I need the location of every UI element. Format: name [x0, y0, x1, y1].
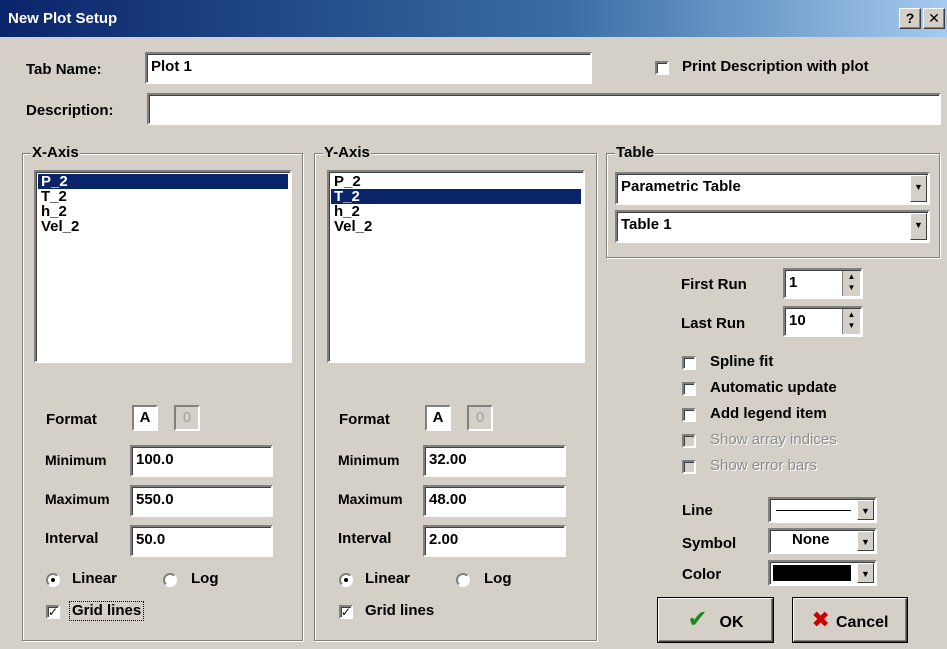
y-maximum-input[interactable]: 48.00	[423, 485, 566, 517]
y-format-label: Format	[339, 411, 390, 428]
x-format-a-button[interactable]: A	[132, 405, 158, 431]
line-style-sample	[776, 510, 851, 511]
y-linear-label: Linear	[365, 570, 411, 587]
list-item[interactable]: P_2	[38, 174, 288, 189]
tab-name-input[interactable]: Plot 1	[145, 52, 592, 84]
print-description-checkbox[interactable]	[655, 61, 669, 75]
print-description-label: Print Description with plot	[682, 58, 869, 75]
y-format-digits-box[interactable]: 0	[467, 405, 493, 431]
y-axis-variable-list[interactable]: P_2 T_2 h_2 Vel_2	[327, 170, 585, 363]
show-array-indices-checkbox[interactable]	[682, 434, 696, 448]
x-maximum-input[interactable]: 550.0	[130, 485, 273, 517]
table-select-dropdown[interactable]: Table 1 ▼	[615, 210, 930, 243]
x-linear-radio[interactable]	[46, 573, 60, 587]
line-style-dropdown[interactable]: ▼	[768, 497, 877, 523]
list-item[interactable]: T_2	[38, 189, 288, 204]
list-item[interactable]: P_2	[331, 174, 581, 189]
x-format-digits-box[interactable]: 0	[174, 405, 200, 431]
color-dropdown[interactable]: ▼	[768, 560, 877, 586]
y-axis-title: Y-Axis	[323, 144, 371, 162]
list-item[interactable]: h_2	[38, 204, 288, 219]
y-linear-radio[interactable]	[339, 573, 353, 587]
chevron-down-icon[interactable]: ▼	[910, 175, 927, 202]
description-input[interactable]	[147, 93, 941, 125]
y-grid-lines-checkbox[interactable]: ✓	[339, 605, 353, 619]
table-type-dropdown[interactable]: Parametric Table ▼	[615, 172, 930, 205]
chevron-down-icon[interactable]: ▼	[857, 500, 874, 520]
checkmark-icon: ✔	[687, 606, 708, 633]
cancel-label: Cancel	[835, 614, 889, 631]
x-linear-label: Linear	[72, 570, 118, 587]
ok-button[interactable]: ✔ OK	[658, 598, 773, 642]
symbol-label: Symbol	[682, 535, 737, 552]
y-maximum-label: Maximum	[338, 491, 403, 507]
x-log-radio[interactable]	[163, 573, 177, 587]
y-minimum-input[interactable]: 32.00	[423, 445, 566, 477]
y-log-label: Log	[484, 570, 512, 587]
x-interval-label: Interval	[45, 530, 99, 547]
first-run-spinner[interactable]: 1 ▲ ▼	[783, 268, 863, 299]
chevron-down-icon[interactable]: ▼	[857, 531, 874, 551]
x-log-label: Log	[191, 570, 219, 587]
spin-arrows-icon[interactable]: ▲ ▼	[842, 271, 860, 296]
color-label: Color	[682, 566, 722, 583]
window-title: New Plot Setup	[8, 10, 118, 27]
table-title: Table	[615, 144, 656, 162]
spline-fit-label: Spline fit	[710, 353, 774, 370]
spin-arrows-icon[interactable]: ▲ ▼	[842, 309, 860, 334]
list-item[interactable]: Vel_2	[38, 219, 288, 234]
list-item[interactable]: h_2	[331, 204, 581, 219]
x-interval-input[interactable]: 50.0	[130, 525, 273, 557]
x-grid-lines-checkbox[interactable]: ✓	[46, 605, 60, 619]
y-format-a-button[interactable]: A	[425, 405, 451, 431]
first-run-label: First Run	[681, 276, 747, 293]
automatic-update-label: Automatic update	[710, 379, 837, 396]
y-grid-lines-label: Grid lines	[365, 602, 435, 619]
tab-name-label: Tab Name:	[26, 61, 102, 78]
spline-fit-checkbox[interactable]	[682, 356, 696, 370]
description-label: Description:	[26, 102, 114, 119]
x-grid-lines-label: Grid lines	[68, 601, 145, 621]
x-minimum-input[interactable]: 100.0	[130, 445, 273, 477]
x-axis-title: X-Axis	[31, 144, 80, 162]
x-axis-variable-list[interactable]: P_2 T_2 h_2 Vel_2	[34, 170, 292, 363]
show-error-bars-checkbox[interactable]	[682, 460, 696, 474]
last-run-label: Last Run	[681, 315, 746, 332]
show-array-indices-label: Show array indices	[710, 431, 837, 448]
y-log-radio[interactable]	[456, 573, 470, 587]
cancel-button[interactable]: ✖ Cancel	[793, 598, 907, 642]
y-minimum-label: Minimum	[338, 452, 400, 468]
first-run-value: 1	[789, 274, 798, 291]
add-legend-item-checkbox[interactable]	[682, 408, 696, 422]
line-label: Line	[682, 502, 713, 519]
last-run-spinner[interactable]: 10 ▲ ▼	[783, 306, 863, 337]
close-button[interactable]: ✕	[923, 8, 945, 29]
ok-label: OK	[719, 614, 744, 631]
x-minimum-label: Minimum	[45, 452, 107, 468]
table-select-value: Table 1	[621, 216, 672, 233]
title-bar: New Plot Setup ? ✕	[0, 0, 947, 37]
new-plot-setup-dialog: New Plot Setup ? ✕ Tab Name: Plot 1 Prin…	[0, 0, 947, 649]
chevron-down-icon[interactable]: ▼	[857, 563, 874, 583]
y-interval-label: Interval	[338, 530, 392, 547]
x-icon: ✖	[811, 607, 830, 632]
add-legend-item-label: Add legend item	[710, 405, 827, 422]
last-run-value: 10	[789, 312, 806, 329]
symbol-value: None	[792, 531, 830, 548]
show-error-bars-label: Show error bars	[710, 457, 817, 474]
list-item[interactable]: T_2	[331, 189, 581, 204]
table-type-value: Parametric Table	[621, 178, 741, 195]
color-swatch	[773, 565, 851, 581]
x-maximum-label: Maximum	[45, 491, 110, 507]
chevron-down-icon[interactable]: ▼	[910, 213, 927, 240]
list-item[interactable]: Vel_2	[331, 219, 581, 234]
x-format-label: Format	[46, 411, 97, 428]
automatic-update-checkbox[interactable]	[682, 382, 696, 396]
y-interval-input[interactable]: 2.00	[423, 525, 566, 557]
symbol-dropdown[interactable]: None ▼	[768, 528, 877, 554]
help-button[interactable]: ?	[899, 8, 921, 29]
